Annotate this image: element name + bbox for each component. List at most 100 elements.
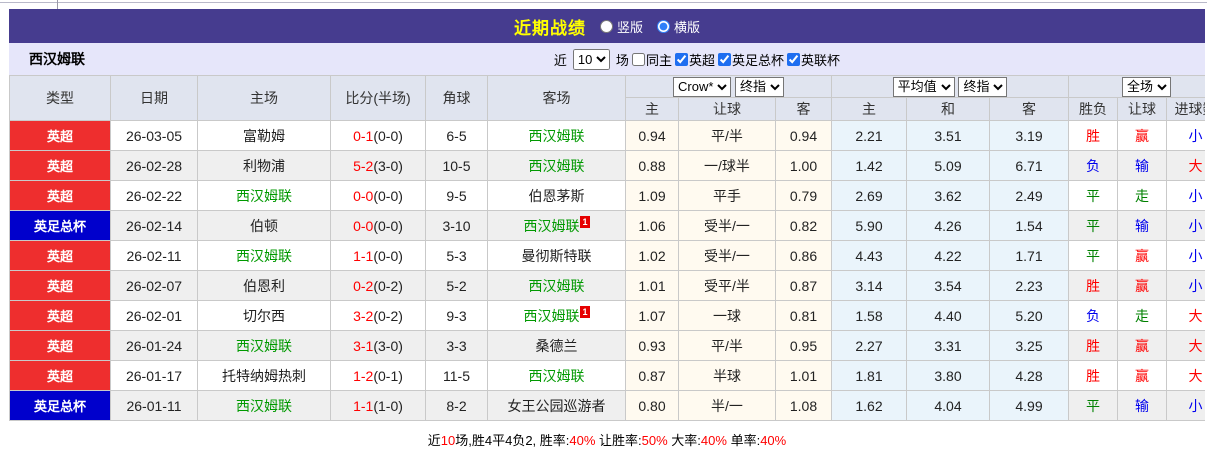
odds-away: 1.01 xyxy=(775,360,832,391)
odds-handicap: 半/一 xyxy=(678,390,776,421)
away-team-badge: 1 xyxy=(580,215,590,228)
summary-segment: 大率: xyxy=(667,433,701,448)
avg-away: 5.20 xyxy=(988,300,1070,331)
europe-stage-select[interactable]: 终指 xyxy=(958,76,1008,97)
europe-odds-group-header: 平均值 终指 xyxy=(830,75,1070,98)
away-team-badge: 1 xyxy=(580,305,590,318)
layout-radio-horizontal[interactable]: 横版 xyxy=(657,17,700,36)
col-header-corner: 角球 xyxy=(425,75,488,121)
match-table-body: 英超 26-03-05 富勒姆 0-1(0-0) 6-5 西汉姆联 0.94 平/半 0.94 2… xyxy=(9,120,1205,421)
match-score: 0-1(0-0) xyxy=(330,120,426,151)
col-header-home: 主场 xyxy=(197,75,331,121)
away-team-name: 曼彻斯特联 xyxy=(521,247,592,264)
match-score: 5-2(3-0) xyxy=(330,150,426,181)
result-winloss: 胜 xyxy=(1068,270,1119,301)
odds-home: 0.88 xyxy=(625,150,679,181)
odds-handicap: 平/半 xyxy=(678,120,776,151)
fa-cup-checkbox[interactable] xyxy=(717,52,731,66)
sub-header-winloss: 胜负 xyxy=(1068,97,1119,121)
summary-footer: 近10场,胜4平4负2, 胜率:40% 让胜率:50% 大率:40% 单率:40… xyxy=(9,421,1205,449)
avg-draw: 3.51 xyxy=(906,120,990,151)
corner-score: 3-10 xyxy=(425,210,488,241)
odds-home: 0.87 xyxy=(625,360,679,391)
corner-score: 9-3 xyxy=(425,300,488,331)
top-divider-line xyxy=(0,2,1207,3)
match-score: 1-1(0-0) xyxy=(330,240,426,271)
horizontal-radio-label: 横版 xyxy=(674,19,701,35)
avg-draw: 4.26 xyxy=(906,210,990,241)
avg-draw: 5.09 xyxy=(906,150,990,181)
summary-segment: 40% xyxy=(569,433,596,448)
result-winloss: 平 xyxy=(1068,390,1119,421)
vertical-radio-input[interactable] xyxy=(599,19,613,33)
league-badge: 英超 xyxy=(9,270,111,301)
avg-home: 1.81 xyxy=(831,360,907,391)
league-badge: 英超 xyxy=(9,300,111,331)
result-handicap: 赢 xyxy=(1117,270,1168,301)
result-goals: 小 xyxy=(1166,180,1205,211)
filter-fa-cup[interactable]: 英足总杯 xyxy=(717,50,784,69)
corner-score: 11-5 xyxy=(425,360,488,391)
table-row: 英超 26-01-17 托特纳姆热刺 1-2(0-1) 11-5 西汉姆联 0.87 半球 1.… xyxy=(9,360,1205,391)
home-team: 西汉姆联 xyxy=(197,240,331,271)
result-handicap: 输 xyxy=(1117,150,1168,181)
odds-handicap: 一/球半 xyxy=(678,150,776,181)
scope-select[interactable]: 全场 xyxy=(1122,76,1172,97)
league-badge: 英超 xyxy=(9,150,111,181)
odds-stage-select[interactable]: 终指 xyxy=(734,76,784,97)
top-frame-tick xyxy=(57,0,58,9)
team-filter-bar: 西汉姆联 近 10 场 同主 英超 英足总杯 英联杯 xyxy=(9,43,1205,75)
away-team-name: 桑德兰 xyxy=(535,337,578,354)
avg-away: 2.23 xyxy=(988,270,1070,301)
result-goals: 小 xyxy=(1166,270,1205,301)
odds-handicap: 半球 xyxy=(678,360,776,391)
away-team: 桑德兰 xyxy=(487,330,626,361)
avg-draw: 3.80 xyxy=(906,360,990,391)
result-goals: 小 xyxy=(1166,120,1205,151)
odds-home: 1.07 xyxy=(625,300,679,331)
europe-source-select[interactable]: 平均值 xyxy=(892,76,955,97)
result-goals: 大 xyxy=(1166,360,1205,391)
result-group-header: 全场 xyxy=(1068,75,1205,98)
avg-away: 4.99 xyxy=(988,390,1070,421)
result-handicap: 输 xyxy=(1117,210,1168,241)
odds-away: 0.81 xyxy=(775,300,832,331)
filter-premier-league[interactable]: 英超 xyxy=(674,50,715,69)
odds-home: 1.06 xyxy=(625,210,679,241)
layout-radio-vertical[interactable]: 竖版 xyxy=(599,17,643,36)
sub-header-odds-handicap: 让球 xyxy=(678,97,776,121)
table-row: 英超 26-02-28 利物浦 5-2(3-0) 10-5 西汉姆联 0.88 一/球半 1.0… xyxy=(9,150,1205,181)
avg-draw: 3.31 xyxy=(906,330,990,361)
col-header-score: 比分(半场) xyxy=(330,75,426,121)
avg-draw: 4.04 xyxy=(906,390,990,421)
premier-league-checkbox[interactable] xyxy=(674,52,688,66)
filter-same-home[interactable]: 同主 xyxy=(631,50,672,69)
table-row: 英超 26-02-11 西汉姆联 1-1(0-0) 5-3 曼彻斯特联 1.02 受半/一 0.… xyxy=(9,240,1205,271)
avg-draw: 4.40 xyxy=(906,300,990,331)
away-team: 伯恩茅斯 xyxy=(487,180,626,211)
table-row: 英超 26-03-05 富勒姆 0-1(0-0) 6-5 西汉姆联 0.94 平/半 0.94 2… xyxy=(9,120,1205,151)
match-count-select[interactable]: 10 xyxy=(572,48,610,70)
league-badge: 英足总杯 xyxy=(9,390,111,421)
home-team: 伯顿 xyxy=(197,210,331,241)
odds-away: 0.82 xyxy=(775,210,832,241)
odds-away: 1.00 xyxy=(775,150,832,181)
summary-segment: 让胜率: xyxy=(595,433,642,448)
odds-source-select[interactable]: Crow* xyxy=(673,76,732,97)
near-label: 近 xyxy=(553,52,567,68)
filter-league-cup[interactable]: 英联杯 xyxy=(786,50,840,69)
result-goals: 小 xyxy=(1166,210,1205,241)
same-home-checkbox[interactable] xyxy=(631,52,645,66)
horizontal-radio-input[interactable] xyxy=(657,19,670,33)
odds-handicap: 受半/一 xyxy=(678,240,776,271)
match-date: 26-03-05 xyxy=(110,120,198,151)
corner-score: 5-2 xyxy=(425,270,488,301)
result-handicap: 赢 xyxy=(1117,120,1168,151)
avg-draw: 3.62 xyxy=(906,180,990,211)
home-team: 西汉姆联 xyxy=(197,390,331,421)
corner-score: 10-5 xyxy=(425,150,488,181)
avg-home: 2.27 xyxy=(831,330,907,361)
match-date: 26-02-07 xyxy=(110,270,198,301)
sub-header-odds-home: 主 xyxy=(625,97,679,121)
league-cup-checkbox[interactable] xyxy=(786,52,800,66)
